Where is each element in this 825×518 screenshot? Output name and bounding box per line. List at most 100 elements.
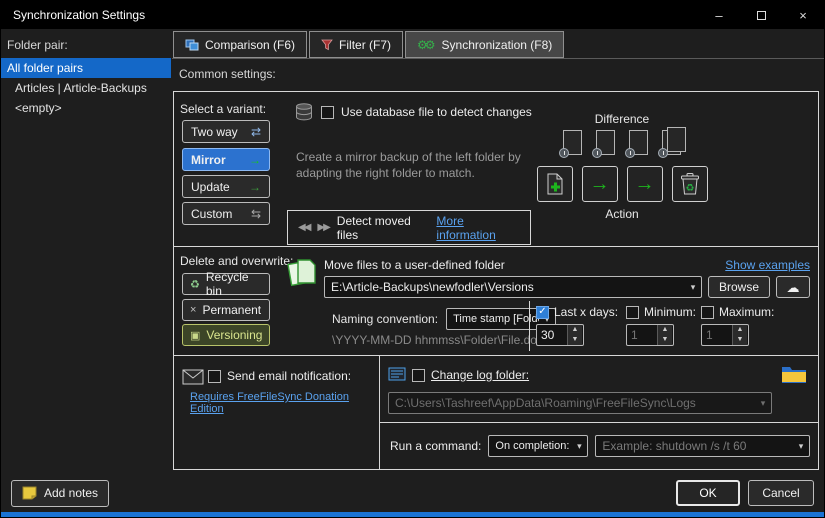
footer-bar: Add notes OK Cancel [1,474,824,512]
cloud-button[interactable]: ☁ [776,276,810,298]
maximum-checkbox[interactable] [701,306,714,319]
send-email-checkbox[interactable] [208,370,221,383]
variant-two-way-label: Two way [191,125,238,139]
action-label: Action [527,207,717,221]
log-list-icon [388,367,406,381]
filter-icon [321,39,333,51]
action-update-right-button[interactable]: → [582,166,618,202]
ok-button[interactable]: OK [676,480,740,506]
versioning-divider [529,301,530,351]
versioning-folder-input[interactable] [325,280,685,294]
custom-icon: ⇆ [251,207,261,221]
variant-update-label: Update [191,180,230,194]
sidebar-item-all-folder-pairs[interactable]: All folder pairs [1,58,171,78]
log-folder-browse-button[interactable] [778,360,810,388]
dropdown-arrow-icon: ▾ [571,441,587,452]
diff-left-only-icon [563,130,582,155]
minimum-input[interactable] [627,325,657,345]
permanent-button[interactable]: × Permanent [182,299,270,321]
command-input[interactable] [596,439,793,453]
spin-down-icon[interactable]: ▼ [733,335,747,345]
spin-up-icon[interactable]: ▲ [568,325,582,335]
last-x-days-label: Last x days: [554,305,618,319]
create-file-icon [543,172,567,196]
more-information-link[interactable]: More information [436,214,520,242]
naming-convention-row: Naming convention: Time stamp [Folder] ▾ [332,308,556,330]
last-x-days-stepper: ▲ ▼ [536,324,584,346]
variant-section: Select a variant: Two way ⇄ Mirror → Upd… [173,91,819,247]
action-overwrite-right-button[interactable]: → [627,166,663,202]
dropdown-arrow-icon[interactable]: ▾ [793,441,809,452]
action-buttons: → → ♻ [527,166,717,202]
maximum-group: Maximum: ▲ ▼ [701,305,774,346]
clock-badge-icon [559,148,569,158]
spin-down-icon[interactable]: ▼ [568,335,582,345]
clock-badge-icon [592,148,602,158]
email-notification-cell: Send email notification: Requires FreeFi… [174,356,380,469]
minimize-icon: – [715,8,722,23]
tab-synchronization[interactable]: ⚙⚙ Synchronization (F8) [405,31,564,58]
folder-pair-sidebar: Folder pair: All folder pairs Articles |… [1,29,171,473]
green-arrow-icon: → [635,174,655,194]
tab-comparison[interactable]: Comparison (F6) [173,31,307,58]
maximize-button[interactable] [740,1,782,29]
dropdown-arrow-icon: ▾ [755,398,771,409]
maximize-icon [757,11,766,20]
titlebar: Synchronization Settings – × [1,1,824,29]
sidebar-item-empty[interactable]: <empty> [1,98,171,118]
spin-up-icon[interactable]: ▲ [733,325,747,335]
moved-right-icon: ▶▶ [317,222,328,233]
last-x-days-group: ✓ Last x days: ▲ ▼ [536,305,618,346]
select-variant-label: Select a variant: [180,102,266,116]
recycle-bin-button[interactable]: ♻ Recycle bin [182,273,270,295]
note-icon [22,486,37,500]
browse-button[interactable]: Browse [708,276,770,298]
minimum-checkbox[interactable] [626,306,639,319]
variant-custom-button[interactable]: Custom ⇆ [182,202,270,225]
two-way-icon: ⇄ [251,125,261,139]
variant-two-way-button[interactable]: Two way ⇄ [182,120,270,143]
action-delete-right-button[interactable]: ♻ [672,166,708,202]
last-x-days-input[interactable] [537,325,567,345]
versioning-button[interactable]: ▣ Versioning [182,324,270,346]
log-folder-combo: C:\Users\Tashreef\AppData\Roaming\FreeFi… [388,392,772,414]
variant-custom-label: Custom [191,207,232,221]
use-database-label: Use database file to detect changes [341,105,532,119]
minimize-button[interactable]: – [698,1,740,29]
versioning-icon: ▣ [190,329,200,342]
sidebar-item-articles-backups[interactable]: Articles | Article-Backups [1,78,171,98]
diff-left-newer-icon [596,130,615,155]
command-when-select[interactable]: On completion: ▾ [488,435,588,457]
bottom-section: Send email notification: Requires FreeFi… [173,355,819,470]
naming-example-text: \YYYY-MM-DD hhmmss\Folder\File.doc [332,333,543,347]
command-when-value: On completion: [489,440,571,452]
spin-up-icon[interactable]: ▲ [658,325,672,335]
close-button[interactable]: × [782,1,824,29]
minimum-spinner: ▲ ▼ [657,325,672,345]
last-x-days-checkbox[interactable]: ✓ [536,306,549,319]
mirror-arrow-icon: → [249,153,261,167]
cancel-button[interactable]: Cancel [748,480,814,506]
use-database-checkbox[interactable] [321,106,334,119]
permanent-label: Permanent [202,303,261,317]
recycle-bin-label: Recycle bin [206,270,262,298]
tab-filter[interactable]: Filter (F7) [309,31,403,58]
change-log-folder-checkbox[interactable] [412,369,425,382]
detect-moved-files-box: ◀◀ ▶▶ Detect moved files More informatio… [287,210,531,245]
action-create-right-button[interactable] [537,166,573,202]
variant-update-button[interactable]: Update → [182,175,270,198]
add-notes-button[interactable]: Add notes [11,480,109,507]
variant-mirror-label: Mirror [191,153,226,167]
maximum-input[interactable] [702,325,732,345]
donation-edition-link[interactable]: Requires FreeFileSync Donation Edition [190,391,379,415]
detect-moved-files-label: Detect moved files [337,214,429,242]
versioning-folder-combo[interactable]: ▾ [324,276,702,298]
tab-bar: Comparison (F6) Filter (F7) ⚙⚙ Synchroni… [173,31,564,58]
variant-mirror-button[interactable]: Mirror → [182,148,270,171]
show-examples-link[interactable]: Show examples [725,258,810,272]
tab-filter-label: Filter (F7) [339,38,391,52]
spin-down-icon[interactable]: ▼ [658,335,672,345]
minimum-label: Minimum: [644,305,696,319]
dropdown-arrow-icon[interactable]: ▾ [685,282,701,293]
use-database-row: Use database file to detect changes [294,103,532,121]
